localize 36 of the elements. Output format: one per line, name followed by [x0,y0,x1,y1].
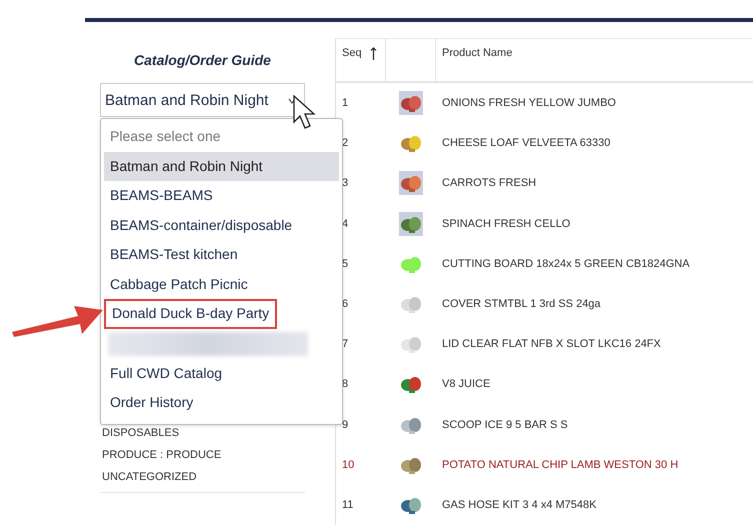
placeholder-option[interactable]: Please select one [104,122,339,152]
seq-cell: 3 [342,177,348,190]
product-name-cell[interactable]: GAS HOSE KIT 3 4 x4 M7548K [442,498,596,511]
dropdown-option[interactable]: Batman and Robin Night [104,152,339,181]
category-item[interactable]: UNCATEGORIZED [100,466,305,488]
dropdown-option[interactable]: Cabbage Patch Picnic [104,270,339,299]
product-name-cell[interactable]: CHEESE LOAF VELVEETA 63330 [442,137,610,150]
dropdown-option[interactable]: Order History [104,388,339,418]
product-name-cell[interactable]: SCOOP ICE 9 5 BAR S S [442,418,568,431]
category-item[interactable]: DISPOSABLES [100,422,305,444]
column-header[interactable]: Product Name [442,47,512,59]
product-name-cell[interactable]: COVER STMTBL 1 3rd SS 24ga [442,298,601,310]
seq-cell: 4 [342,218,348,230]
catalog-select[interactable]: Batman and Robin Night [100,83,305,117]
column-header[interactable]: Seq [342,47,362,59]
sort-ascending-icon[interactable] [370,47,377,61]
product-name-cell[interactable]: V8 JUICE [442,378,490,390]
product-name-cell[interactable]: CUTTING BOARD 18x24x 5 GREEN CB1824GNA [442,258,690,270]
product-name-cell[interactable]: POTATO NATURAL CHIP LAMB WESTON 30 H [442,458,678,471]
dropdown-option[interactable]: BEAMS-BEAMS [104,181,339,210]
dropdown-option[interactable]: BEAMS-container/disposable [104,210,339,240]
product-name-cell[interactable]: ONIONS FRESH YELLOW JUMBO [442,97,616,110]
category-item[interactable]: PRODUCE : PRODUCE [100,444,305,466]
seq-cell: 2 [342,137,348,150]
seq-cell: 10 [342,458,354,471]
dropdown-option[interactable]: Full CWD Catalog [104,358,339,388]
seq-cell: 7 [342,338,348,350]
product-name-cell[interactable]: SPINACH FRESH CELLO [442,218,570,230]
product-name-cell[interactable]: CARROTS FRESH [442,177,536,190]
dropdown-option[interactable]: BEAMS-Test kitchen [104,240,339,270]
seq-cell: 1 [342,97,348,110]
dropdown-option[interactable]: Donald Duck B-day Party [106,301,276,326]
product-name-cell[interactable]: LID CLEAR FLAT NFB X SLOT LKC16 24FX [442,338,661,350]
catalog-heading: Catalog/Order Guide [133,52,272,70]
seq-cell: 9 [342,418,348,431]
seq-cell: 11 [342,498,354,511]
